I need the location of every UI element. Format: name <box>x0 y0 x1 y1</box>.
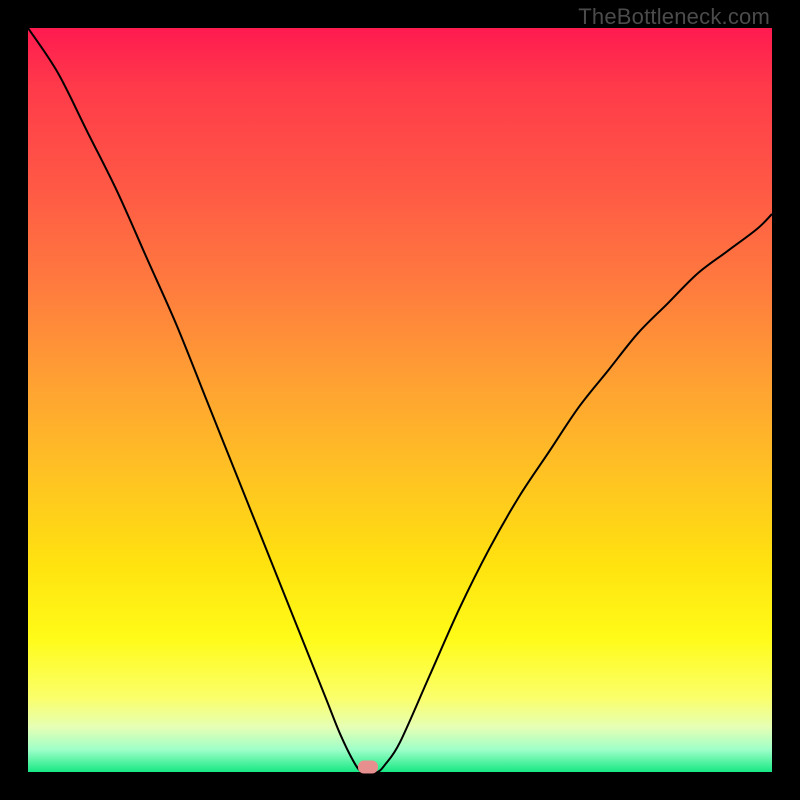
chart-frame: TheBottleneck.com <box>0 0 800 800</box>
plot-area <box>28 28 772 772</box>
watermark-text: TheBottleneck.com <box>578 4 770 30</box>
optimal-point-marker <box>358 760 378 773</box>
bottleneck-curve <box>28 28 772 772</box>
